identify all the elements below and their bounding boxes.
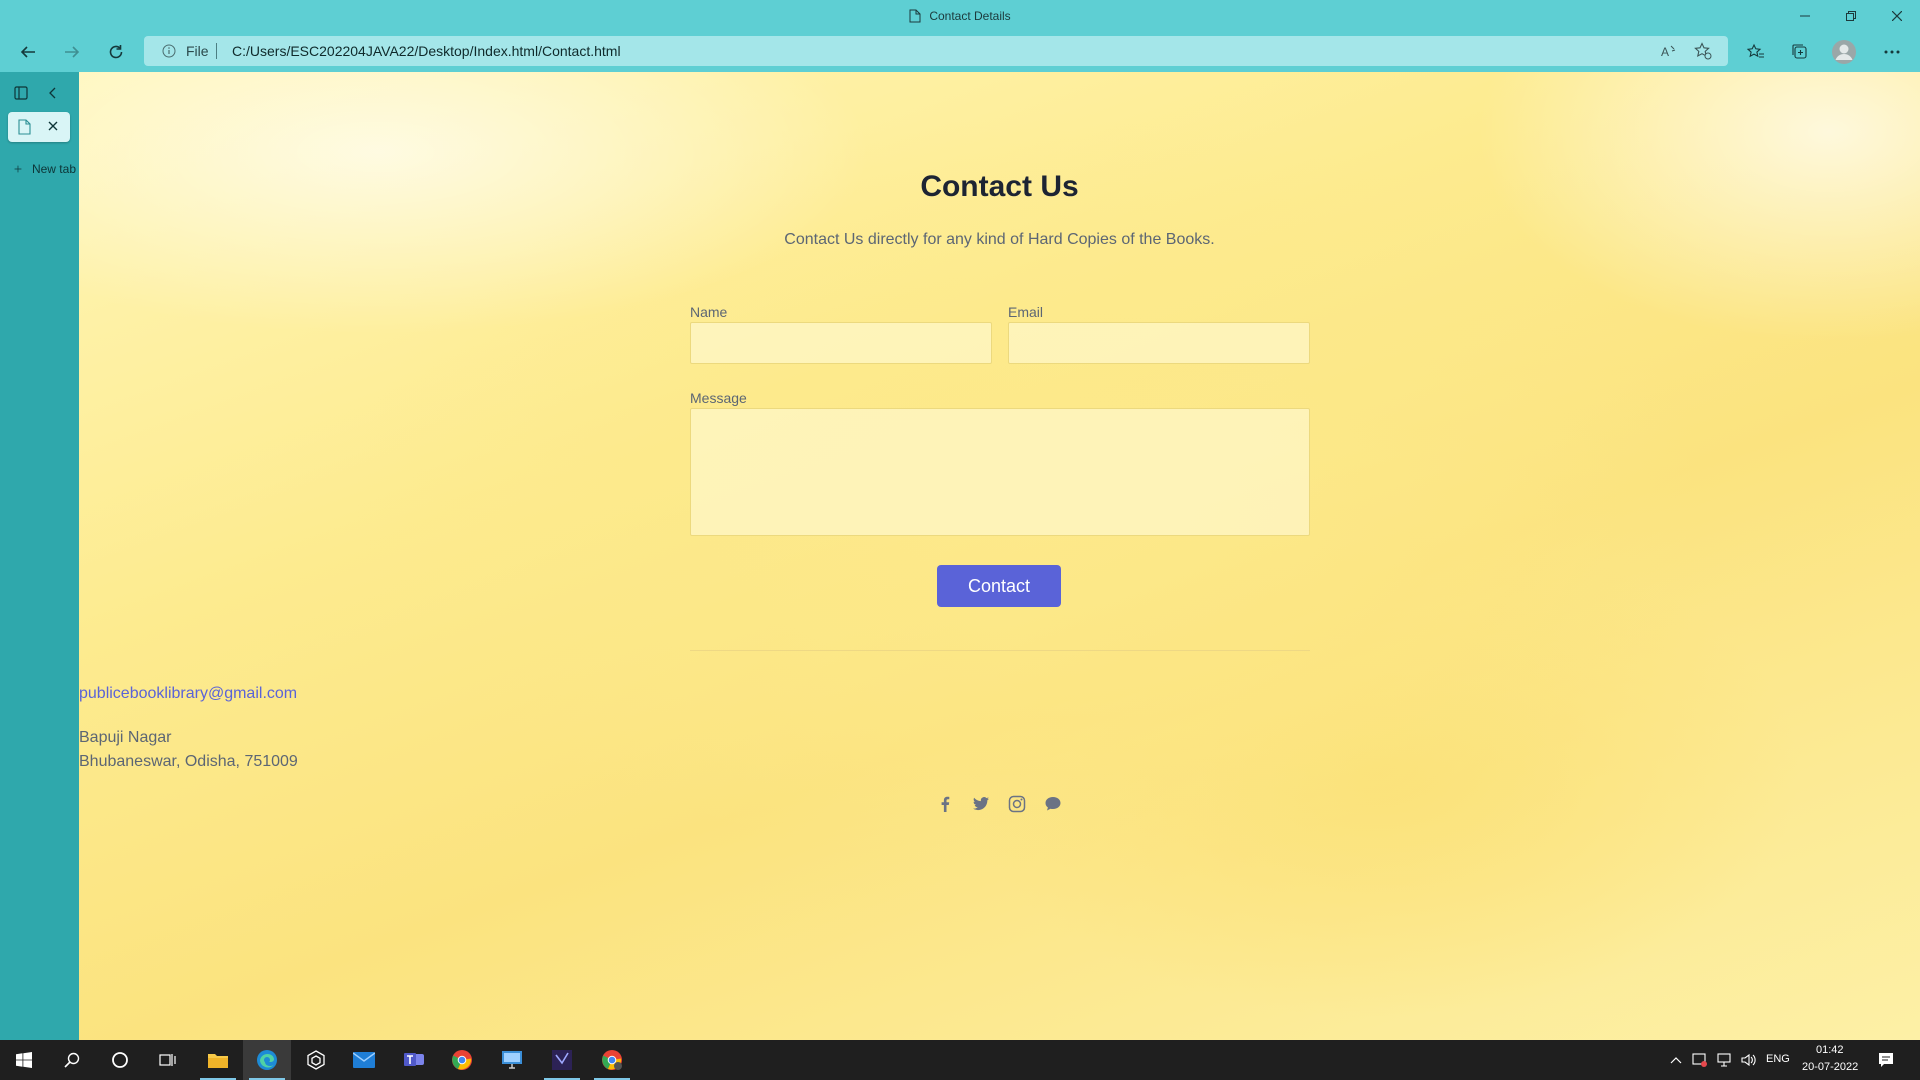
social-links — [935, 794, 1063, 814]
window-title-text: Contact Details — [929, 9, 1011, 23]
url-text[interactable]: C:/Users/ESC202204JAVA22/Desktop/Index.h… — [232, 43, 621, 59]
tab-actions-icon[interactable] — [14, 86, 28, 100]
svg-text:A: A — [1661, 45, 1669, 59]
forward-button[interactable] — [56, 36, 88, 68]
clock-date[interactable]: 20-07-2022 — [1802, 1061, 1858, 1073]
scheme-label: File — [186, 43, 209, 59]
favorites-button[interactable] — [1740, 36, 1772, 68]
network-icon[interactable] — [1712, 1040, 1736, 1080]
tab-contact-details[interactable] — [8, 112, 70, 142]
cortana-icon[interactable] — [96, 1040, 144, 1080]
collapse-chevron-icon[interactable] — [46, 86, 60, 100]
ide-icon[interactable] — [538, 1040, 586, 1080]
remote-desktop-icon[interactable] — [488, 1040, 536, 1080]
contact-form: Name Email Message Contact — [690, 304, 1310, 704]
close-window-button[interactable] — [1874, 0, 1920, 32]
address-separator — [216, 43, 217, 59]
twitter-icon[interactable] — [971, 794, 991, 814]
navigation-bar: File C:/Users/ESC202204JAVA22/Desktop/In… — [0, 32, 1920, 72]
address-line-2: Bhubaneswar, Odisha, 751009 — [79, 753, 298, 770]
close-tab-icon[interactable] — [48, 121, 58, 131]
refresh-button[interactable] — [100, 36, 132, 68]
info-icon[interactable] — [162, 44, 176, 58]
page-title: Contact Us — [920, 170, 1079, 203]
chrome-icon[interactable] — [438, 1040, 486, 1080]
instagram-icon[interactable] — [1007, 794, 1027, 814]
edge-icon[interactable] — [243, 1040, 291, 1080]
chevron-up-icon[interactable] — [1664, 1040, 1688, 1080]
teams-icon[interactable] — [390, 1040, 438, 1080]
message-label: Message — [690, 390, 747, 406]
contact-email-link[interactable]: publicebooklibrary@gmail.com — [79, 685, 1920, 703]
app-icon[interactable] — [292, 1040, 340, 1080]
more-menu-button[interactable] — [1876, 36, 1908, 68]
file-explorer-icon[interactable] — [194, 1040, 242, 1080]
chat-icon[interactable] — [1043, 794, 1063, 814]
facebook-icon[interactable] — [935, 794, 955, 814]
volume-icon[interactable] — [1736, 1040, 1760, 1080]
clock-time[interactable]: 01:42 — [1816, 1044, 1844, 1056]
message-textarea[interactable] — [690, 408, 1310, 536]
start-icon[interactable] — [0, 1040, 48, 1080]
add-favorite-icon[interactable] — [1694, 42, 1712, 60]
contact-button[interactable]: Contact — [937, 565, 1061, 607]
minimize-button[interactable] — [1782, 0, 1828, 32]
task-view-icon[interactable] — [144, 1040, 192, 1080]
window-title: Contact Details — [0, 0, 1920, 32]
page-subtitle: Contact Us directly for any kind of Hard… — [784, 231, 1215, 248]
name-input[interactable] — [690, 322, 992, 364]
email-label: Email — [1008, 304, 1044, 320]
new-tab-button[interactable]: New tab — [14, 162, 76, 176]
title-bar: Contact Details — [0, 0, 1920, 32]
collections-button[interactable] — [1784, 36, 1816, 68]
chrome-profile-icon[interactable] — [588, 1040, 636, 1080]
notification-icon[interactable] — [1862, 1040, 1910, 1080]
language-indicator[interactable]: ENG — [1766, 1053, 1790, 1065]
email-input[interactable] — [1008, 322, 1310, 364]
vertical-tabs-sidebar: New tab — [0, 72, 79, 1040]
page-icon — [909, 9, 921, 23]
search-icon[interactable] — [48, 1040, 96, 1080]
mail-icon[interactable] — [340, 1040, 388, 1080]
restore-button[interactable] — [1828, 0, 1874, 32]
address-line-1: Bapuji Nagar — [79, 729, 172, 746]
windows-taskbar: ENG 01:42 20-07-2022 — [0, 1040, 1920, 1080]
page-icon — [18, 119, 31, 135]
back-button[interactable] — [12, 36, 44, 68]
new-tab-label: New tab — [31, 162, 76, 176]
address-bar[interactable]: File C:/Users/ESC202204JAVA22/Desktop/In… — [144, 36, 1728, 66]
read-aloud-icon[interactable]: A — [1660, 42, 1678, 60]
page-viewport: Contact Us Contact Us directly for any k… — [79, 72, 1920, 1040]
profile-avatar[interactable] — [1828, 36, 1860, 68]
name-label: Name — [690, 304, 728, 320]
security-icon[interactable] — [1688, 1040, 1712, 1080]
section-divider — [690, 650, 1310, 651]
plus-icon — [14, 165, 22, 173]
